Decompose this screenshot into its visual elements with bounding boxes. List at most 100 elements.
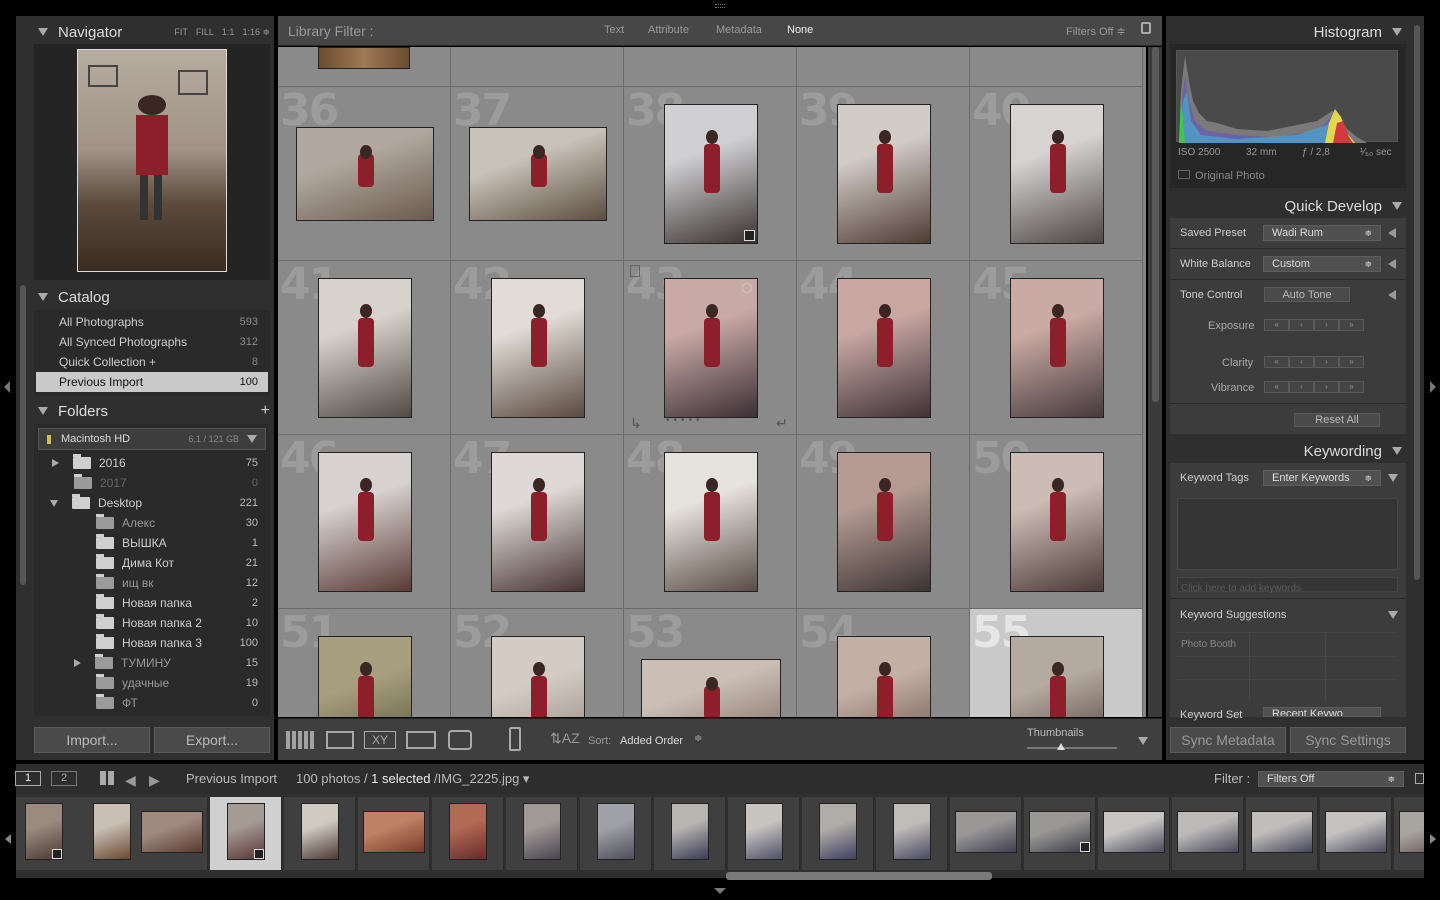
quick-collection-circle-icon[interactable]: [742, 283, 752, 293]
zoom-fit[interactable]: FIT: [174, 27, 188, 38]
loupe-view-icon[interactable]: [326, 731, 354, 749]
histogram-chart[interactable]: [1176, 50, 1398, 143]
clarity-adjust-buttons[interactable]: «‹ ›»: [1264, 356, 1364, 368]
photo-thumbnail[interactable]: [1010, 636, 1104, 717]
histogram-header[interactable]: Histogram: [1170, 22, 1402, 42]
export-button[interactable]: Export...: [154, 727, 270, 753]
grid-cell-partial[interactable]: [451, 47, 624, 87]
zoom-fill[interactable]: FILL: [196, 27, 214, 38]
grid-view-small-icon[interactable]: [100, 771, 114, 785]
filmstrip-thumbnail[interactable]: [955, 811, 1017, 853]
filmstrip-cell[interactable]: [728, 797, 800, 870]
catalog-header[interactable]: Catalog: [38, 287, 270, 307]
add-keywords-input[interactable]: Click here to add keywords: [1177, 577, 1398, 594]
filter-lock-icon[interactable]: [1415, 773, 1424, 784]
photo-count-info[interactable]: 100 photos / 1 selected /IMG_2225.jpg ▾: [296, 771, 529, 787]
toolbar-menu-chevron-icon[interactable]: [1138, 737, 1148, 745]
grid-cell[interactable]: 53: [624, 609, 797, 717]
grid-cell[interactable]: 41: [278, 261, 451, 435]
grid-cell[interactable]: 55: [970, 609, 1143, 717]
collapse-triangle-icon[interactable]: [38, 28, 48, 36]
rotate-right-icon[interactable]: ↵: [776, 415, 788, 432]
photo-thumbnail[interactable]: [837, 452, 931, 592]
filmstrip-cell[interactable]: [506, 797, 578, 870]
back-arrow-icon[interactable]: ◀: [125, 772, 136, 789]
navigator-preview-image[interactable]: [77, 49, 227, 272]
filmstrip-cell[interactable]: [136, 797, 208, 870]
folder-item[interactable]: ищ вк 12: [34, 573, 270, 593]
expand-left-triangle-icon[interactable]: [1388, 228, 1396, 238]
filmstrip-thumbnail[interactable]: [141, 811, 203, 853]
catalog-item-selected[interactable]: Previous Import 100: [36, 372, 268, 392]
folder-item[interactable]: Desktop 221: [34, 493, 270, 513]
folder-item[interactable]: удачные 19: [34, 673, 270, 693]
photo-thumbnail[interactable]: [664, 278, 758, 418]
keyword-suggestion-item[interactable]: Photo Booth: [1181, 639, 1236, 650]
sync-settings-button[interactable]: Sync Settings: [1290, 727, 1406, 753]
folders-header[interactable]: Folders +: [38, 401, 270, 421]
filmstrip-cell[interactable]: [284, 797, 356, 870]
filmstrip-cell[interactable]: [1098, 797, 1170, 870]
photo-thumbnail[interactable]: [318, 278, 412, 418]
filter-option-none[interactable]: None: [787, 24, 813, 36]
keyword-set-select[interactable]: Recent Keywo: [1263, 707, 1381, 717]
photo-thumbnail[interactable]: [641, 659, 781, 717]
filmstrip-right-arrow-icon[interactable]: [1430, 834, 1436, 844]
filmstrip-thumbnail[interactable]: [671, 803, 709, 860]
grid-cell[interactable]: 51: [278, 609, 451, 717]
catalog-item[interactable]: All Photographs 593: [34, 312, 270, 332]
folder-item[interactable]: Дима Кот 21: [34, 553, 270, 573]
filmstrip-thumbnail[interactable]: [301, 803, 339, 860]
zoom-1-16[interactable]: 1:16 ≑: [242, 27, 270, 38]
filmstrip-thumbnail[interactable]: [893, 803, 931, 860]
filmstrip-cell[interactable]: [1320, 797, 1392, 870]
sync-metadata-button[interactable]: Sync Metadata: [1170, 727, 1286, 753]
expand-triangle-icon[interactable]: [1388, 474, 1398, 482]
compare-view-icon[interactable]: XY: [364, 731, 396, 749]
expand-triangle-icon[interactable]: [1388, 611, 1398, 619]
collapsed-triangle-icon[interactable]: [74, 659, 81, 667]
survey-view-icon[interactable]: [406, 731, 436, 749]
auto-tone-button[interactable]: Auto Tone: [1264, 287, 1350, 302]
catalog-item[interactable]: Quick Collection +8: [34, 352, 270, 372]
filmstrip-thumbnail[interactable]: [93, 803, 131, 860]
slider-thumb[interactable]: [1057, 743, 1065, 750]
photo-thumbnail[interactable]: [664, 104, 758, 244]
filmstrip-cell[interactable]: [1246, 797, 1318, 870]
folder-item[interactable]: Новая папка 3 100: [34, 633, 270, 653]
photo-thumbnail[interactable]: [296, 127, 434, 221]
screen-2-button[interactable]: 2: [51, 771, 77, 786]
grid-cell[interactable]: 48: [624, 435, 797, 609]
grid-scrollbar[interactable]: [1148, 47, 1162, 717]
grid-cell[interactable]: 38: [624, 87, 797, 261]
add-folder-icon[interactable]: +: [261, 402, 270, 420]
filmstrip-cell[interactable]: [876, 797, 948, 870]
grid-cell[interactable]: 45: [970, 261, 1143, 435]
sort-chevron-icon[interactable]: ≑: [694, 733, 702, 744]
expand-left-triangle-icon[interactable]: [1388, 259, 1396, 269]
folder-item[interactable]: ВЫШКА 1: [34, 533, 270, 553]
filmstrip-thumbnail[interactable]: [819, 803, 857, 860]
grid-cell-partial[interactable]: [797, 47, 970, 87]
rotate-left-icon[interactable]: ↳: [630, 415, 642, 432]
photo-thumbnail[interactable]: [1010, 278, 1104, 418]
grid-cell[interactable]: 39: [797, 87, 970, 261]
lock-icon[interactable]: [1141, 22, 1151, 34]
exposure-adjust-buttons[interactable]: «‹ ›»: [1264, 319, 1364, 331]
source-label[interactable]: Previous Import: [186, 771, 277, 786]
photo-thumbnail[interactable]: [318, 47, 410, 69]
expanded-triangle-icon[interactable]: [50, 499, 58, 507]
filmstrip-thumbnail[interactable]: [745, 803, 783, 860]
grid-cell[interactable]: 52: [451, 609, 624, 717]
grid-cell[interactable]: 43 ↳ ↵ •••••: [624, 261, 797, 435]
photo-thumbnail[interactable]: [837, 636, 931, 717]
filmstrip-cell[interactable]: [1394, 797, 1424, 870]
navigator-header[interactable]: Navigator FIT FILL 1:1 1:16 ≑: [38, 22, 270, 42]
left-panel-scrollbar[interactable]: [20, 285, 26, 585]
folder-item[interactable]: 2016 75: [34, 453, 270, 473]
flag-icon[interactable]: [630, 265, 640, 277]
left-panel-toggle-icon[interactable]: [4, 381, 10, 393]
sort-direction-icon[interactable]: ⇅AZ: [550, 730, 580, 747]
photo-thumbnail[interactable]: [318, 452, 412, 592]
photo-thumbnail[interactable]: [1010, 104, 1104, 244]
